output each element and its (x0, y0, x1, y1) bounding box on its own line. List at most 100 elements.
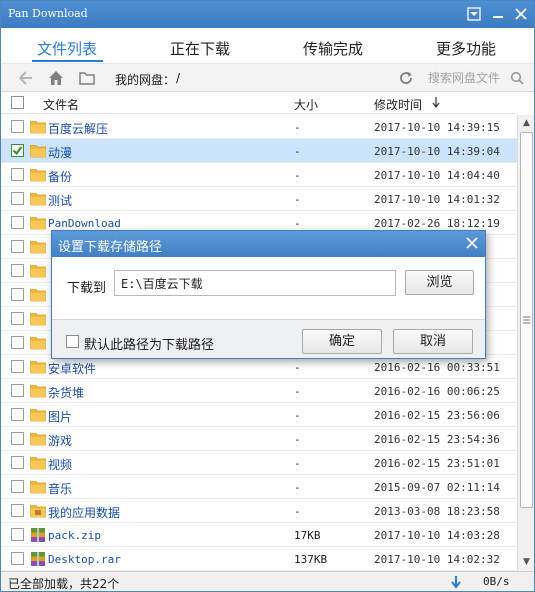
column-size[interactable]: 大小 (294, 96, 318, 113)
file-name[interactable]: 测试 (48, 192, 72, 209)
folder-outline-icon[interactable] (78, 69, 96, 87)
close-icon[interactable] (512, 5, 530, 23)
tab-completed[interactable]: 传输完成 (303, 38, 363, 59)
tab-downloading[interactable]: 正在下载 (170, 38, 230, 59)
file-row[interactable]: 杂货堆 - 2016-02-16 00:06:25 (1, 379, 517, 403)
folder-icon (30, 312, 46, 326)
row-checkbox[interactable] (11, 504, 24, 517)
default-path-label[interactable]: 默认此路径为下载路径 (84, 334, 214, 353)
file-size: - (294, 457, 301, 470)
dialog-close-icon[interactable] (463, 234, 481, 252)
row-checkbox[interactable] (11, 144, 24, 157)
file-row[interactable]: 图片 - 2016-02-15 23:56:06 (1, 403, 517, 427)
download-path-input[interactable] (114, 270, 396, 296)
refresh-icon[interactable] (398, 70, 414, 89)
file-size: - (294, 409, 301, 422)
file-modified-time: 2017-10-10 14:39:15 (374, 121, 500, 134)
title-bar[interactable]: Pan Download (1, 1, 534, 28)
browse-button[interactable]: 浏览 (405, 270, 474, 295)
row-checkbox[interactable] (11, 480, 24, 493)
row-checkbox[interactable] (11, 528, 24, 541)
folder-icon (30, 384, 46, 398)
vertical-scrollbar[interactable]: ▲ ▼ (517, 115, 534, 571)
row-checkbox[interactable] (11, 384, 24, 397)
folder-icon (30, 264, 46, 278)
file-name[interactable]: 音乐 (48, 480, 72, 497)
file-modified-time: 2017-10-10 14:02:32 (374, 553, 500, 566)
file-modified-time: 2016-02-16 00:06:25 (374, 385, 500, 398)
file-name[interactable]: 备份 (48, 168, 72, 185)
file-row[interactable]: 测试 - 2017-10-10 14:01:32 (1, 187, 517, 211)
search-box[interactable] (420, 67, 530, 89)
dialog-footer: 默认此路径为下载路径 确定 取消 (52, 319, 485, 358)
row-checkbox[interactable] (11, 264, 24, 277)
file-row[interactable]: 备份 - 2017-10-10 14:04:40 (1, 163, 517, 187)
active-tab-indicator (32, 60, 103, 62)
file-name[interactable]: 视频 (48, 456, 72, 473)
folder-icon (30, 480, 46, 494)
file-name[interactable]: 百度云解压 (48, 120, 108, 137)
file-name[interactable]: pack.zip (48, 529, 101, 542)
row-checkbox[interactable] (11, 168, 24, 181)
file-name[interactable]: 游戏 (48, 432, 72, 449)
file-size: - (294, 145, 301, 158)
download-arrow-icon (450, 575, 462, 592)
select-all-checkbox[interactable] (11, 96, 24, 109)
row-checkbox[interactable] (11, 216, 24, 229)
file-name[interactable]: 安卓软件 (48, 360, 96, 377)
default-path-checkbox[interactable] (66, 335, 79, 348)
file-row[interactable]: 百度云解压 - 2017-10-10 14:39:15 (1, 115, 517, 139)
column-modified[interactable]: 修改时间 (374, 96, 422, 113)
file-size: 17KB (294, 529, 321, 542)
home-icon[interactable] (47, 69, 65, 87)
file-size: - (294, 217, 301, 230)
file-size: - (294, 505, 301, 518)
menu-icon[interactable] (465, 5, 483, 23)
archive-icon (30, 551, 46, 566)
scroll-up-icon[interactable]: ▲ (518, 115, 535, 132)
file-name[interactable]: 动漫 (48, 144, 72, 161)
file-row[interactable]: 我的应用数据 - 2013-03-08 18:23:58 (1, 499, 517, 523)
scroll-thumb[interactable] (520, 132, 533, 508)
confirm-button[interactable]: 确定 (302, 329, 382, 354)
folder-icon (30, 432, 46, 446)
row-checkbox[interactable] (11, 120, 24, 133)
file-name[interactable]: PanDownload (48, 217, 121, 230)
row-checkbox[interactable] (11, 288, 24, 301)
file-name[interactable]: 杂货堆 (48, 384, 84, 401)
row-checkbox[interactable] (11, 552, 24, 565)
file-name[interactable]: 我的应用数据 (48, 504, 120, 521)
file-row[interactable]: Desktop.rar 137KB 2017-10-10 14:02:32 (1, 547, 517, 571)
search-icon[interactable] (510, 71, 524, 88)
row-checkbox[interactable] (11, 336, 24, 349)
folder-icon (30, 192, 46, 206)
row-checkbox[interactable] (11, 240, 24, 253)
back-arrow-icon[interactable] (17, 69, 35, 87)
row-checkbox[interactable] (11, 312, 24, 325)
tab-file-list[interactable]: 文件列表 (37, 38, 97, 59)
row-checkbox[interactable] (11, 360, 24, 373)
cancel-button[interactable]: 取消 (393, 329, 473, 354)
row-checkbox[interactable] (11, 192, 24, 205)
row-checkbox[interactable] (11, 408, 24, 421)
row-checkbox[interactable] (11, 456, 24, 469)
file-modified-time: 2015-09-07 02:11:14 (374, 481, 500, 494)
column-name[interactable]: 文件名 (43, 96, 79, 113)
dialog-title-bar[interactable]: 设置下载存储路径 (52, 231, 485, 257)
status-bar: 已全部加载，共22个 0B/s (1, 571, 534, 591)
file-row[interactable]: 音乐 - 2015-09-07 02:11:14 (1, 475, 517, 499)
scroll-down-icon[interactable]: ▼ (518, 554, 535, 571)
row-checkbox[interactable] (11, 432, 24, 445)
tab-bar: 文件列表 正在下载 传输完成 更多功能 (1, 28, 534, 64)
minimize-icon[interactable] (489, 5, 507, 23)
file-row[interactable]: pack.zip 17KB 2017-10-10 14:03:28 (1, 523, 517, 547)
folder-icon (30, 216, 46, 230)
path-label: 我的网盘： (115, 73, 176, 87)
file-name[interactable]: Desktop.rar (48, 553, 121, 566)
file-row[interactable]: 视频 - 2016-02-15 23:51:01 (1, 451, 517, 475)
file-row[interactable]: 动漫 - 2017-10-10 14:39:04 (1, 139, 517, 163)
folder-icon (30, 456, 46, 470)
file-name[interactable]: 图片 (48, 408, 72, 425)
tab-more[interactable]: 更多功能 (436, 38, 496, 59)
file-row[interactable]: 游戏 - 2016-02-15 23:54:36 (1, 427, 517, 451)
